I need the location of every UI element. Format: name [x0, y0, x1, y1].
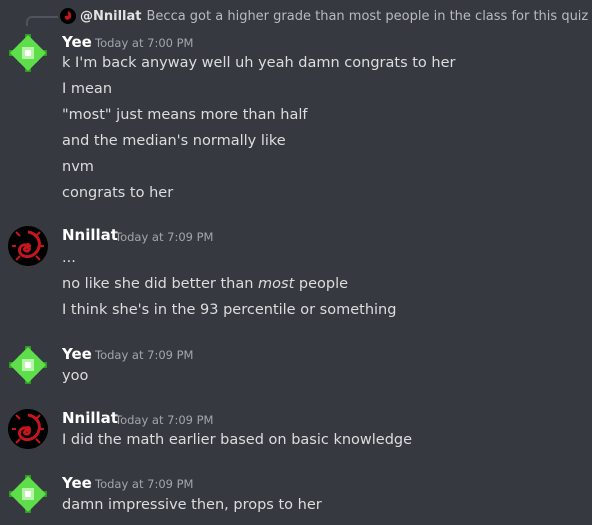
nnillat-avatar-icon[interactable] [8, 409, 48, 449]
reply-content[interactable]: Becca got a higher grade than most peopl… [147, 9, 589, 24]
yee-avatar-icon[interactable] [8, 345, 48, 385]
message-line: I think she's in the 93 percentile or so… [62, 302, 397, 318]
message-author[interactable]: Yee [62, 474, 92, 492]
message-line: damn impressive then, props to her [62, 497, 322, 513]
message-line: nvm [62, 159, 94, 175]
yee-avatar-icon[interactable] [8, 33, 48, 73]
message-timestamp: Today at 7:09 PM [95, 477, 194, 491]
message-author[interactable]: Nnillat [62, 409, 118, 427]
message-line: and the median's normally like [62, 133, 286, 149]
message-line: no like she did better than most people [62, 274, 348, 294]
message-text: no like she did better than [62, 276, 259, 292]
message-author[interactable]: Nnillat [62, 226, 118, 244]
yee-avatar-icon[interactable] [8, 474, 48, 514]
reply-avatar-icon [60, 8, 76, 24]
emphasized-text: most [258, 276, 295, 292]
chat-message-list: @Nnillat Becca got a higher grade than m… [0, 0, 592, 525]
message-text: people [294, 276, 349, 292]
message-line: I mean [62, 81, 113, 97]
reply-spine [26, 16, 58, 26]
message-line: k I'm back anyway well uh yeah damn cong… [62, 55, 456, 71]
message-line: yoo [62, 368, 89, 384]
message-timestamp: Today at 7:09 PM [115, 230, 214, 244]
message-timestamp: Today at 7:09 PM [95, 348, 194, 362]
message-timestamp: Today at 7:09 PM [115, 413, 214, 427]
nnillat-avatar-icon[interactable] [8, 226, 48, 266]
message-line: "most" just means more than half [62, 107, 308, 123]
message-author[interactable]: Yee [62, 33, 92, 51]
message-line: I did the math earlier based on basic kn… [62, 432, 413, 448]
reply-username[interactable]: @Nnillat [80, 9, 142, 24]
message-author[interactable]: Yee [62, 345, 92, 363]
message-line: ... [62, 250, 76, 266]
message-timestamp: Today at 7:00 PM [95, 36, 194, 50]
reply-preview[interactable]: @Nnillat Becca got a higher grade than m… [60, 6, 588, 26]
message-line: congrats to her [62, 185, 174, 201]
